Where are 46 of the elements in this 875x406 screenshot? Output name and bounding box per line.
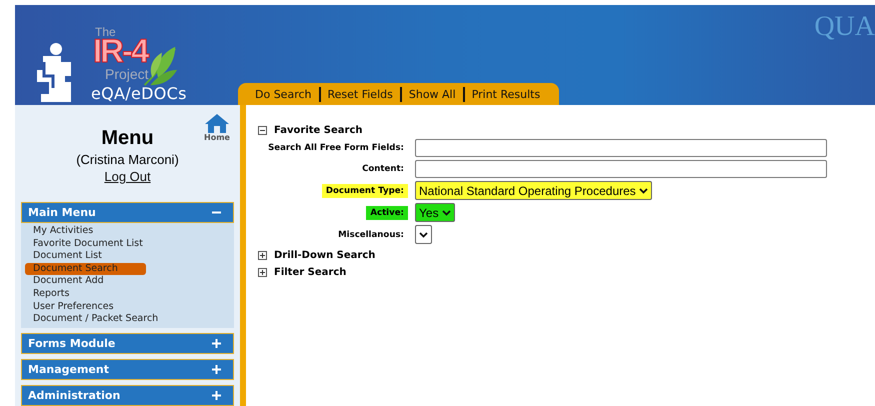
input-field[interactable] [415, 160, 827, 178]
chevron-icon [442, 210, 451, 216]
group-title: Filter Search [274, 267, 346, 278]
dropdown[interactable]: Yes [415, 203, 455, 222]
product-name: eQA/eDOCs [91, 84, 187, 103]
menu-item[interactable]: My Activities [33, 225, 98, 238]
menu-item[interactable]: Document / Packet Search [33, 313, 162, 326]
menu-section-header[interactable]: Management [21, 358, 234, 380]
menu-section-header[interactable]: Administration [21, 384, 234, 406]
field-label: Search All Free Form Fields: [267, 142, 405, 155]
toolbar-button[interactable]: Do Search [248, 88, 318, 100]
dropdown[interactable]: National Standard Operating Procedures [415, 181, 652, 200]
expand-icon[interactable] [258, 251, 267, 260]
menu-title: Menu [101, 127, 154, 150]
menu-item[interactable]: User Preferences [33, 300, 118, 314]
menu-section-header[interactable]: Forms Module [21, 332, 234, 354]
logout-link[interactable]: Log Out [104, 169, 151, 184]
expand-icon[interactable] [258, 268, 267, 277]
group-title: Favorite Search [274, 125, 362, 136]
banner-title: QUA [814, 11, 875, 43]
field-label: Document Type: [322, 184, 408, 198]
plus-icon [212, 390, 221, 400]
menu-item[interactable]: Favorite Document List [33, 238, 147, 250]
group-title: Drill-Down Search [274, 250, 376, 261]
dropdown[interactable] [415, 225, 432, 244]
field-label: Miscellanous: [337, 228, 405, 242]
collapse-icon[interactable] [258, 126, 267, 135]
toolbar-button[interactable]: Reset Fields [320, 88, 400, 100]
chevron-icon [638, 188, 648, 194]
menu-section-header[interactable]: Main Menu [21, 202, 234, 223]
toolbar-button[interactable]: Print Results [464, 88, 548, 100]
user-name: (Cristina Marconi) [76, 152, 179, 167]
field-label: Active: [366, 206, 408, 220]
plus-icon [212, 364, 221, 374]
menu-item[interactable]: Reports [33, 288, 74, 301]
home-icon [204, 113, 230, 133]
menu-item[interactable]: Document List [33, 250, 106, 263]
menu-item[interactable]: Document Search [25, 262, 146, 276]
menu-item[interactable]: Document Add [33, 275, 108, 288]
plus-icon [212, 338, 221, 348]
logo-text: Project [105, 66, 149, 82]
chevron-icon [419, 232, 428, 238]
toolbar-button[interactable]: Show All [402, 88, 463, 100]
home-link[interactable]: Home [204, 113, 230, 142]
field-label: Content: [361, 163, 405, 176]
input-field[interactable] [415, 139, 827, 157]
